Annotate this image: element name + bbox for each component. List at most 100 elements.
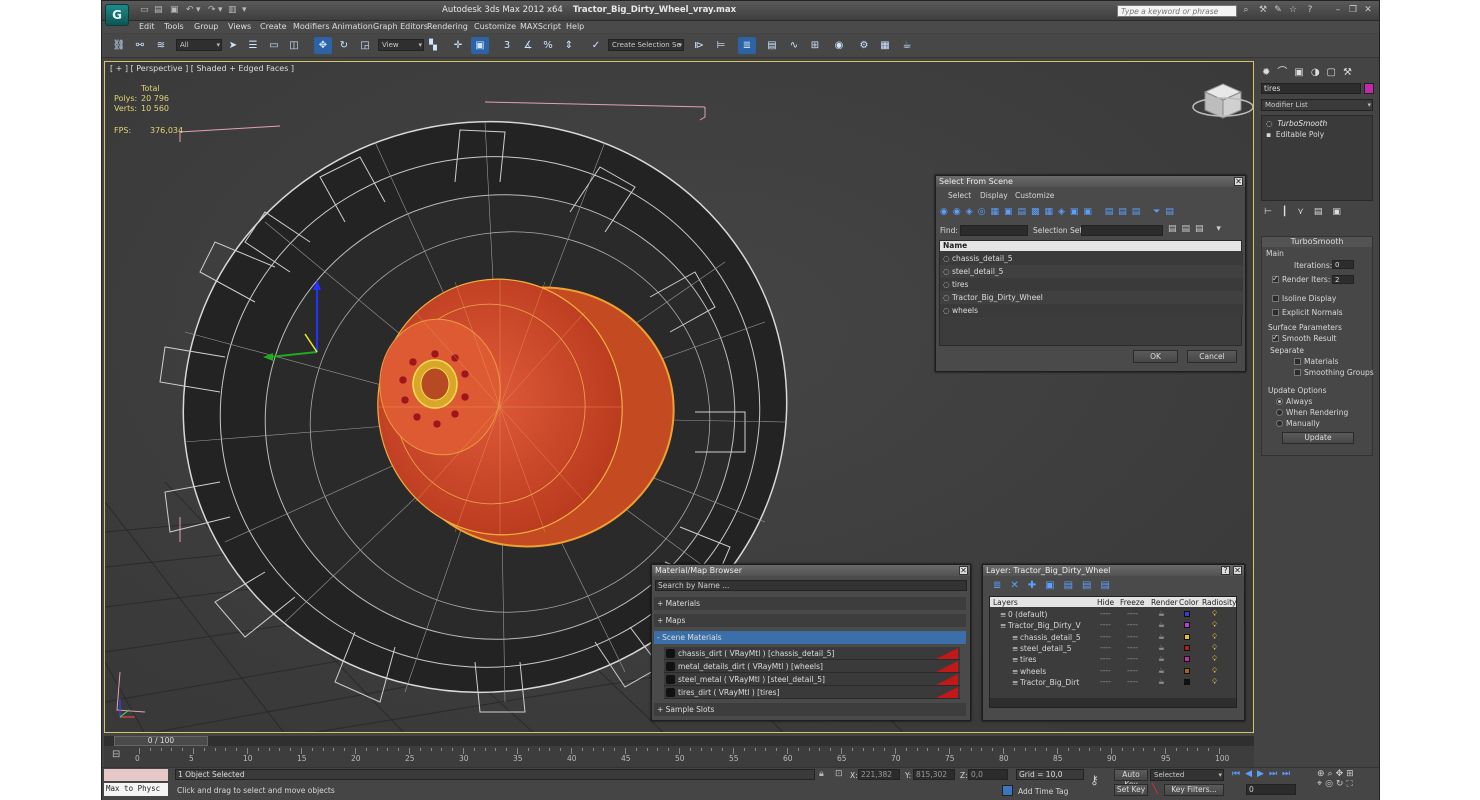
track-bar[interactable]: 0 5 10 15 20 25 30 35 40 45 50 55 60 65 70 75 80 85 90 95 10… [135,748,1229,767]
ok-button[interactable]: OK [1133,350,1178,363]
layer-manager-icon[interactable]: ≣ [738,37,756,54]
add-time-tag-button[interactable]: Add Time Tag [1018,787,1068,796]
iterations-spinner[interactable]: 0 [1332,260,1354,269]
viewport-label[interactable]: [ + ] [ Perspective ] [ Shaded + Edged F… [110,64,294,73]
undo-dropdown-icon[interactable]: ▾ [196,5,201,15]
stack-item-editable-poly[interactable]: ▪ Editable Poly [1266,130,1324,139]
y-coord-input[interactable]: 815,302 [913,769,955,780]
command-panel-tabs[interactable]: ✹⌒▣◑▢⚒ [1262,63,1359,78]
help-icon[interactable]: ? [1221,566,1230,575]
layer-hide-toggle[interactable]: ---- [1100,666,1111,675]
render-teapot-icon[interactable]: ☕ [898,37,916,54]
mirror-icon[interactable]: ⧐ [690,37,708,54]
smooth-result-checkbox[interactable] [1272,333,1279,342]
open-file-icon[interactable]: ▤ [154,5,163,15]
time-slider-thumb[interactable]: 0 / 100 [114,736,208,746]
ref-coord-dropdown[interactable]: View [378,39,424,51]
minimize-icon[interactable]: – [1332,4,1344,16]
scene-object-row[interactable]: ◌ Tractor_Big_Dirty_Wheel [940,291,1243,304]
search-input[interactable]: Type a keyword or phrase [1117,5,1237,17]
close-icon[interactable]: ✕ [1362,4,1374,16]
radiosity-bulb-icon[interactable]: 💡︎ [1212,666,1217,676]
unlink-icon[interactable]: ⚯ [131,37,149,54]
layer-hide-toggle[interactable]: ---- [1100,643,1111,652]
percent-snap-icon[interactable]: % [539,37,557,54]
col-color[interactable]: Color [1179,598,1199,607]
layer-hide-toggle[interactable]: ---- [1100,620,1111,629]
object-name-input[interactable]: tires [1261,83,1361,94]
select-scale-icon[interactable]: ◲ [356,37,374,54]
layer-row[interactable]: wheels ≡ ---- ---- ☕ 💡︎ [990,666,1236,677]
render-teapot-icon[interactable]: ☕ [1158,677,1165,686]
radiosity-bulb-icon[interactable]: 💡︎ [1212,609,1217,619]
x-coord-input[interactable]: 221,382 [858,769,900,780]
layer-toolbar[interactable]: ≣✕✚▣▤▤▤ [993,580,1119,591]
always-radio[interactable] [1276,398,1283,405]
lock-selection-icon[interactable]: 🔒︎ [819,769,824,779]
key-icon[interactable]: ⚷ [1090,773,1099,787]
layer-row[interactable]: tires ≡ ---- ---- ☕ 💡︎ [990,654,1236,665]
layer-color-swatch[interactable] [1184,644,1190,651]
col-freeze[interactable]: Freeze [1120,598,1144,607]
snaps-toggle-icon[interactable]: 3 [498,37,516,54]
selection-filter-dropdown[interactable]: All [176,39,222,51]
select-menu-display[interactable]: Display [980,191,1008,200]
curve-editor-icon[interactable]: ∿ [785,37,803,54]
angle-snap-icon[interactable]: ∡ [519,37,537,54]
pivot-icon[interactable]: ▚ [424,37,442,54]
radiosity-bulb-icon[interactable]: 💡︎ [1212,677,1217,687]
render-teapot-icon[interactable]: ☕ [1158,643,1165,652]
when-rendering-radio[interactable] [1276,409,1283,416]
ribbon-icon[interactable]: ▤ [763,37,781,54]
key-mode-dropdown[interactable]: Selected [1150,769,1224,781]
close-icon[interactable]: ✕ [1233,566,1242,575]
render-teapot-icon[interactable]: ☕ [1158,654,1165,663]
layer-color-swatch[interactable] [1184,611,1190,617]
app-logo-button[interactable]: G [105,4,129,26]
materials-checkbox[interactable] [1294,358,1301,365]
layer-row[interactable]: Tractor_Big_Dirt ≡ ---- ---- ☕ 💡︎ [990,677,1236,688]
viewport-nav-controls[interactable]: ⊕⌕✥⊞ ⌖◎↻⛶ [1317,769,1357,789]
undo-icon[interactable]: ↶ [186,5,194,15]
scene-materials-group[interactable]: - Scene Materials [654,631,966,644]
find-input[interactable] [960,225,1028,236]
scene-object-row[interactable]: ◌ steel_detail_5 [940,265,1243,278]
radiosity-bulb-icon[interactable]: 💡︎ [1212,620,1217,630]
favorites-icon[interactable]: ☆ [1287,4,1299,16]
select-by-name-icon[interactable]: ☰ [244,37,262,54]
rect-selection-icon[interactable]: ▭ [265,37,283,54]
rendered-frame-icon[interactable]: ▦ [876,37,894,54]
material-search-input[interactable]: Search by Name ... [655,580,967,591]
render-teapot-icon[interactable]: ☕ [1158,620,1165,629]
bind-spacewarp-icon[interactable]: ≋ [152,37,170,54]
select-menu-select[interactable]: Select [948,191,971,200]
layer-hide-toggle[interactable]: ---- [1100,632,1111,641]
layer-row[interactable]: 0 (default) ≡ ---- ---- ☕ 💡︎ [990,609,1236,620]
menu-customize[interactable]: Customize [474,22,516,31]
layer-hide-toggle[interactable]: ---- [1100,677,1111,686]
align-icon[interactable]: ⊨ [712,37,730,54]
menu-group[interactable]: Group [194,22,218,31]
sample-slots-group[interactable]: + Sample Slots [654,703,966,716]
object-color-swatch[interactable] [1364,83,1374,94]
selection-set-dropdown[interactable] [1081,225,1163,236]
set-key-button[interactable]: Set Key [1114,784,1148,796]
col-hide[interactable]: Hide [1097,598,1114,607]
select-menu-customize[interactable]: Customize [1015,191,1054,200]
menu-animation[interactable]: Animation [332,22,373,31]
time-slider-track[interactable]: 0 / 100 [104,736,1254,746]
edit-named-sel-icon[interactable]: ✓ [587,37,605,54]
layer-color-swatch[interactable] [1184,656,1190,663]
scene-material-row[interactable]: chassis_dirt ( VRayMtl ) [chassis_detail… [664,647,960,660]
col-render[interactable]: Render [1151,598,1178,607]
stack-tools[interactable]: ⊢┃⋎▤▣ [1264,207,1351,217]
explicit-normals-checkbox[interactable] [1272,309,1279,316]
layer-row[interactable]: steel_detail_5 ≡ ---- ---- ☕ 💡︎ [990,643,1236,654]
scene-object-row[interactable]: ◌ tires [940,278,1243,291]
object-type-filter-toolbar[interactable]: ◉◉◈◎▦▣▤▩▦◈▣▣ ▤▤▤ ⏷▤ [940,207,1179,217]
redo-dropdown-icon[interactable]: ▾ [218,5,223,15]
mini-curve-icon[interactable]: ⊟ [112,749,120,760]
column-name-header[interactable]: Name [940,241,1241,251]
customize-qa-icon[interactable]: ▾ [242,5,247,15]
radiosity-bulb-icon[interactable]: 💡︎ [1212,654,1217,664]
